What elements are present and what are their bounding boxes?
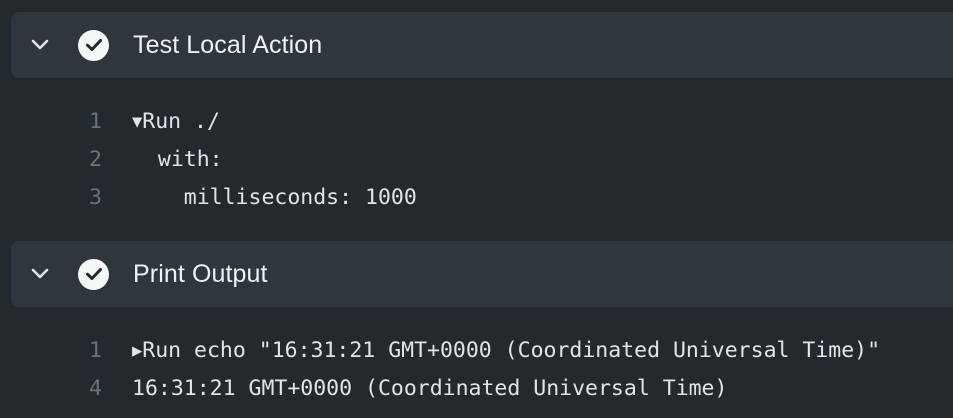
line-number[interactable]: 4 bbox=[60, 376, 102, 401]
step-title: Test Local Action bbox=[133, 30, 323, 59]
chevron-down-icon[interactable] bbox=[29, 263, 51, 285]
line-number[interactable]: 3 bbox=[60, 185, 102, 210]
log-line[interactable]: 1 ▶Run echo "16:31:21 GMT+0000 (Coordina… bbox=[0, 331, 953, 369]
line-number[interactable]: 2 bbox=[60, 147, 102, 172]
log-line-text: with: bbox=[132, 147, 223, 172]
chevron-down-icon[interactable] bbox=[29, 34, 51, 56]
check-circle-icon bbox=[78, 258, 109, 290]
step-header-print-output[interactable]: Print Output bbox=[11, 241, 953, 307]
log-line[interactable]: 1 ▼Run ./ bbox=[0, 102, 953, 140]
expand-triangle-icon[interactable]: ▼ bbox=[132, 112, 142, 132]
job-log-panel: Test Local Action 1 ▼Run ./ 2 with: 3 mi… bbox=[0, 0, 953, 418]
line-number[interactable]: 1 bbox=[60, 109, 102, 134]
log-line-content: Run ./ bbox=[142, 108, 220, 134]
log-line-text: milliseconds: 1000 bbox=[132, 185, 417, 210]
log-line[interactable]: 3 milliseconds: 1000 bbox=[0, 178, 953, 216]
log-line-content: 16:31:21 GMT+0000 (Coordinated Universal… bbox=[132, 375, 728, 401]
step-title: Print Output bbox=[133, 259, 268, 288]
log-line-content: Run echo "16:31:21 GMT+0000 (Coordinated… bbox=[142, 337, 881, 363]
step-log-test-local-action: 1 ▼Run ./ 2 with: 3 milliseconds: 1000 bbox=[0, 102, 953, 216]
step-header-test-local-action[interactable]: Test Local Action bbox=[11, 12, 953, 78]
step-log-print-output: 1 ▶Run echo "16:31:21 GMT+0000 (Coordina… bbox=[0, 331, 953, 407]
log-line-content: with: bbox=[132, 146, 223, 172]
expand-triangle-icon[interactable]: ▶ bbox=[132, 341, 142, 361]
log-line[interactable]: 2 with: bbox=[0, 140, 953, 178]
log-line-text: ▶Run echo "16:31:21 GMT+0000 (Coordinate… bbox=[132, 338, 880, 363]
log-line-content: milliseconds: 1000 bbox=[132, 184, 417, 210]
line-number[interactable]: 1 bbox=[60, 338, 102, 363]
check-circle-icon bbox=[78, 29, 109, 61]
log-line-text: 16:31:21 GMT+0000 (Coordinated Universal… bbox=[132, 376, 727, 401]
log-line-text: ▼Run ./ bbox=[132, 109, 220, 134]
log-line[interactable]: 4 16:31:21 GMT+0000 (Coordinated Univers… bbox=[0, 369, 953, 407]
